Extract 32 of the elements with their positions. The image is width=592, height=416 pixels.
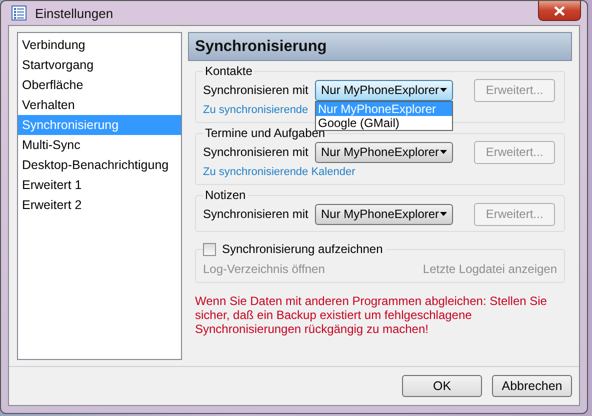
group-title: Notizen [204,189,247,202]
group-title: Kontakte [204,65,254,78]
calendar-link[interactable]: Zu synchronisierende [203,103,308,117]
category-item[interactable]: Oberfläche [18,75,181,95]
field-label: Synchronisieren mit [203,83,306,97]
field-label: Synchronisieren mit [203,145,306,159]
category-item[interactable]: Erweitert 1 [18,175,181,195]
category-item[interactable]: Verhalten [18,95,181,115]
group-title: Termine und Aufgaben [204,127,326,140]
caret-icon [440,88,447,92]
sync-dropdown[interactable]: Nur MyPhoneExplorer [315,142,453,162]
category-item[interactable]: Desktop-Benachrichtigung [18,155,181,175]
caret-icon [440,212,447,216]
field-label: Synchronisieren mit [203,207,306,221]
sync-dropdown[interactable]: Nur MyPhoneExplorer [315,80,453,100]
dialog-button[interactable]: Abbrechen [492,375,572,397]
category-item[interactable]: Verbindung [18,35,181,55]
close-button[interactable] [538,1,581,21]
calendar-link[interactable]: Zu synchronisierende Kalender [203,165,356,179]
section-header: Synchronisierung [188,32,572,61]
checkbox-label: Synchronisierung aufzeichnen [222,242,383,256]
log-checkbox[interactable] [203,242,216,256]
category-item[interactable]: Erweitert 2 [18,195,181,215]
list-icon [11,5,27,21]
sync-dropdown[interactable]: Nur MyPhoneExplorer [315,204,453,224]
warning-text: Wenn Sie Daten mit anderen Programmen abgleichen: Stellen Sie sicher, daß ein Backup existiert um fehlgeschlagene Synchronisierungen rückgängig zu machen! [195,294,548,336]
category-item[interactable]: Startvorgang [18,55,181,75]
window-title: Einstellungen [35,6,114,20]
close-icon [554,6,565,16]
category-item[interactable]: Multi-Sync [18,135,181,155]
caret-icon [440,150,447,154]
dialog-button[interactable]: OK [402,375,482,397]
